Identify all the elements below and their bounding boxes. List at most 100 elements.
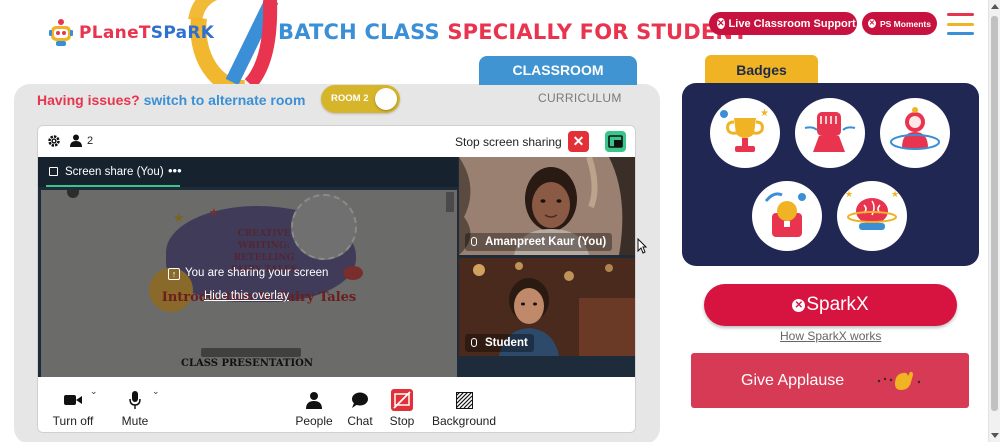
planetspark-logo[interactable]: PLaneTSPaRK [47, 18, 214, 48]
scroll-up-arrow-icon[interactable] [991, 4, 999, 9]
trophy-icon: ★ [720, 108, 769, 152]
scrollbar-thumb[interactable] [991, 16, 998, 411]
badges-tab: Badges [705, 55, 818, 85]
how-sparkx-works-link[interactable]: How SparkX works [780, 329, 881, 343]
hamburger-menu-icon[interactable] [947, 13, 974, 35]
mouse-cursor-icon [637, 238, 647, 254]
room-toggle[interactable]: ROOM 2 [321, 85, 400, 113]
close-circle-icon: ✕ [792, 299, 806, 312]
badges-panel: ★ ★ ★ [682, 83, 979, 266]
participant-name: Amanpreet Kaur (You) [485, 236, 607, 248]
issues-message: Having issues? switch to alternate room [37, 92, 305, 108]
chat-bubble-icon [352, 392, 368, 408]
chat-label: Chat [347, 414, 373, 428]
chevron-down-icon[interactable]: ⌄ [152, 386, 160, 397]
chat-button[interactable]: Chat [342, 378, 378, 432]
background-label: Background [431, 414, 497, 428]
astronaut-icon [890, 107, 940, 150]
headline-part2: SPECIALLY FOR STUDENT [447, 20, 748, 44]
mic-toggle-button[interactable]: Mute ⌄ [115, 378, 160, 432]
logo-robot-icon [49, 19, 73, 46]
meeting-top-bar: 2 Stop screen sharing ✕ [38, 126, 635, 157]
video-meeting-frame: 2 Stop screen sharing ✕ Screen share (Yo… [37, 125, 636, 433]
participant-tile-teacher[interactable]: Amanpreet Kaur (You) [459, 157, 635, 255]
sparkx-button[interactable]: ✕ SparkX [704, 284, 957, 326]
logo-wordmark: PLaneTSPaRK [79, 23, 214, 43]
slide-scrollbar [446, 192, 454, 212]
scroll-down-arrow-icon[interactable] [991, 433, 999, 438]
camera-toggle-button[interactable]: Turn off ⌄ [50, 378, 98, 432]
upload-arrow-icon: ↑ [168, 268, 180, 280]
page-headline: BATCH CLASS SPECIALLY FOR STUDENT [278, 20, 748, 44]
trophy-badge-icon[interactable]: ★ [710, 98, 780, 168]
background-button[interactable]: Background [428, 378, 500, 432]
bulb-badge-icon[interactable] [752, 181, 822, 251]
slide-pen-shape [343, 266, 363, 280]
headline-part1: BATCH CLASS [278, 20, 448, 44]
lightbulb-icon [764, 192, 806, 237]
logo-text-part1: PLaneT [79, 23, 151, 43]
stop-sharing-close-button[interactable]: ✕ [568, 131, 589, 152]
sharing-overlay-text: You are sharing your screen [185, 267, 329, 279]
stop-share-button[interactable]: Stop [384, 378, 420, 432]
hide-overlay-link[interactable]: Hide this overlay [204, 290, 289, 302]
clapping-hands-icon [877, 371, 921, 390]
participant-name-tag: Amanpreet Kaur (You) [465, 233, 613, 251]
brain-icon: ★ ★ [845, 189, 899, 230]
issues-text: Having issues? [37, 92, 140, 108]
screen-share-header: Screen share (You) ••• [38, 157, 458, 187]
people-label: People [295, 414, 333, 428]
toggle-knob [375, 88, 397, 110]
raised-fist-icon [804, 112, 856, 152]
gear-icon[interactable] [47, 134, 61, 148]
screen-share-icon [49, 167, 58, 176]
svg-text:★: ★ [845, 189, 853, 199]
ps-moments-button[interactable]: ✕ PS Moments [862, 12, 937, 35]
layout-icon [608, 135, 623, 148]
svg-text:★: ★ [760, 108, 769, 119]
more-options-icon[interactable]: ••• [168, 163, 182, 178]
planetspark-classroom-page: PLaneTSPaRK BATCH CLASS SPECIALLY FOR ST… [0, 0, 1000, 442]
brain-badge-icon[interactable]: ★ ★ [837, 181, 907, 251]
participants-icon [70, 134, 82, 147]
stop-screen-sharing-label: Stop screen sharing [455, 135, 562, 149]
star-icon: ★ [209, 207, 219, 219]
video-camera-icon [64, 395, 82, 405]
slide-decoration [67, 190, 79, 198]
logo-text-part2: SPaRK [150, 23, 215, 43]
tab-curriculum[interactable]: CURRICULUM [538, 91, 622, 105]
svg-text:★: ★ [891, 189, 899, 199]
sharing-overlay-message: ↑ You are sharing your screen [168, 267, 328, 280]
camera-label: Turn off [52, 414, 94, 428]
people-icon [306, 392, 322, 409]
slide-toolbar [201, 348, 301, 357]
fist-badge-icon[interactable] [795, 98, 865, 168]
switch-room-link[interactable]: switch to alternate room [144, 92, 306, 108]
participant-name-tag: Student [465, 334, 534, 352]
live-classroom-support-button[interactable]: ✕ Live Classroom Support [709, 12, 857, 35]
participant-tile-student[interactable]: Student [459, 258, 635, 356]
layout-toggle-button[interactable] [605, 131, 626, 152]
background-pattern-icon [455, 391, 473, 409]
live-support-label: Live Classroom Support [728, 17, 856, 30]
participant-count: 2 [87, 135, 94, 147]
ps-moments-label: PS Moments [879, 18, 931, 29]
give-applause-button[interactable]: Give Applause [691, 353, 969, 408]
screen-share-tab-label[interactable]: Screen share (You) [65, 166, 164, 178]
people-button[interactable]: People [294, 378, 334, 432]
tab-classroom[interactable]: CLASSROOM [479, 56, 637, 85]
sparkx-label: SparkX [806, 294, 869, 315]
shared-slide-preview: ★ ★ CREATIVE WRITING: RETELLING FAIRY TA… [41, 190, 457, 377]
page-scrollbar[interactable] [988, 0, 1000, 442]
close-circle-icon: ✕ [717, 18, 725, 29]
star-icon: ★ [173, 210, 185, 225]
active-tab-underline [46, 185, 180, 187]
mic-icon [471, 237, 477, 246]
chevron-down-icon[interactable]: ⌄ [90, 386, 98, 397]
room-toggle-label: ROOM 2 [331, 93, 369, 104]
microphone-icon [129, 391, 141, 409]
astronaut-badge-icon[interactable] [880, 98, 950, 168]
participant-name: Student [485, 337, 528, 349]
meeting-stage: Screen share (You) ••• ★ ★ CREATIVE WRIT… [38, 157, 635, 377]
stop-screen-share-icon [391, 389, 413, 411]
